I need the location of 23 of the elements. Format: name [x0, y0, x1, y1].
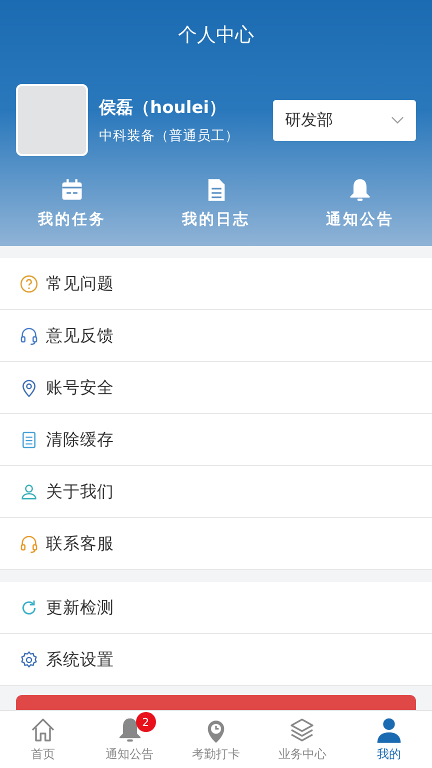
tab-label[interactable]: 考勤打卡	[192, 746, 240, 763]
department-dropdown[interactable]: 研发部	[273, 100, 416, 140]
menu-item[interactable]: 系统设置	[0, 634, 432, 686]
menu-item[interactable]: 更新检测	[0, 582, 432, 634]
person-icon	[374, 716, 403, 744]
page-title: 个人中心	[178, 23, 254, 48]
menu-item[interactable]: 关于我们	[0, 466, 432, 518]
user-name: 侯磊（houlei）	[99, 96, 228, 118]
user-company: 中科装备（普通员工）	[99, 126, 240, 144]
menu-item[interactable]: 账号安全	[0, 362, 432, 414]
menu-item[interactable]: 意见反馈	[0, 310, 432, 362]
menu-item[interactable]: 联系客服	[0, 518, 432, 570]
chevron-down-icon	[391, 116, 404, 124]
menu-item[interactable]: 清除缓存	[0, 414, 432, 466]
tab-label[interactable]: 我的	[376, 746, 401, 763]
tab-label[interactable]: 业务中心	[278, 746, 326, 763]
logout-button[interactable]	[16, 695, 416, 710]
tab-label[interactable]: 首页	[31, 746, 56, 763]
tab-label[interactable]: 通知公告	[106, 746, 154, 763]
avatar[interactable]	[16, 84, 88, 156]
notification-badge: 2	[136, 712, 156, 732]
layers-icon	[288, 716, 316, 744]
menu-item[interactable]: 常见问题	[0, 258, 432, 310]
